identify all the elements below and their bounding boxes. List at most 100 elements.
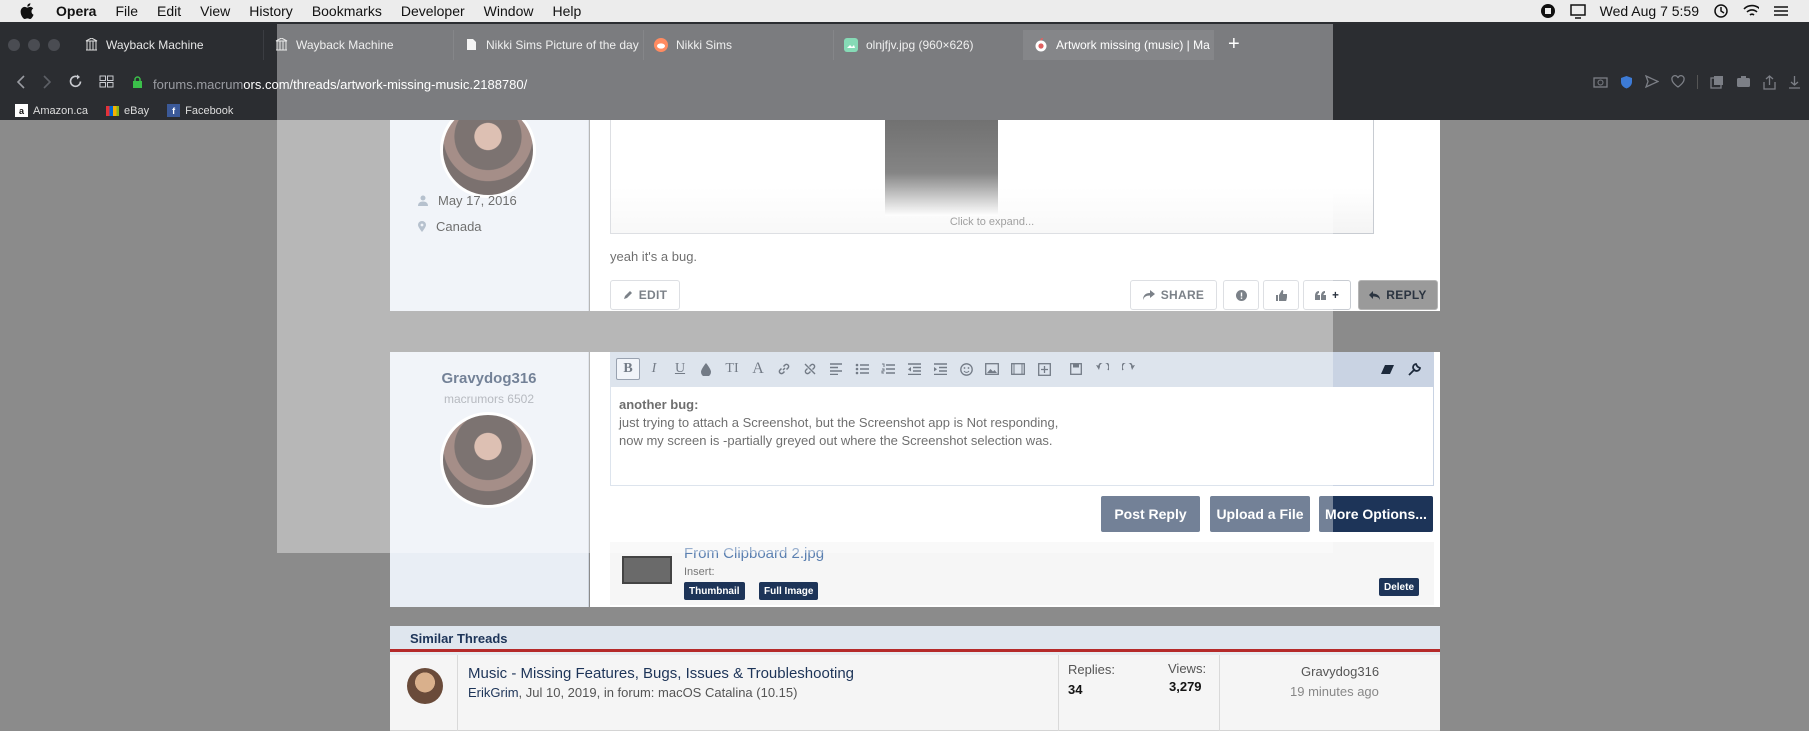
heart-icon[interactable] <box>1671 75 1685 95</box>
close-window-button[interactable] <box>8 38 20 51</box>
extensions-icon[interactable] <box>1710 75 1724 95</box>
bold-button[interactable]: B <box>616 358 640 380</box>
thread-author[interactable]: ErikGrim <box>468 685 519 700</box>
snapshot-icon[interactable] <box>1593 75 1608 95</box>
bookmark-ebay[interactable]: eBay <box>106 104 149 117</box>
insert-icon[interactable] <box>1032 358 1056 380</box>
menu-window[interactable]: Window <box>484 3 534 19</box>
menu-bookmarks[interactable]: Bookmarks <box>312 3 382 19</box>
menu-view[interactable]: View <box>200 3 230 19</box>
reply-editor[interactable]: another bug: just trying to attach a Scr… <box>610 386 1434 486</box>
menu-app-opera[interactable]: Opera <box>56 3 96 19</box>
delete-attachment-button[interactable]: Delete <box>1379 578 1420 596</box>
align-icon[interactable] <box>824 358 848 380</box>
avatar[interactable] <box>440 412 536 508</box>
tab-artwork-missing[interactable]: Artwork missing (music) | Ma <box>1024 29 1214 60</box>
share-page-icon[interactable] <box>1763 75 1776 95</box>
menu-file[interactable]: File <box>115 3 138 19</box>
like-button[interactable] <box>1263 280 1299 310</box>
reply-button[interactable]: REPLY <box>1358 280 1438 310</box>
text-color-icon[interactable] <box>694 358 718 380</box>
report-button[interactable] <box>1223 280 1259 310</box>
remove-formatting-icon[interactable] <box>1376 358 1400 380</box>
archive-icon <box>84 38 98 52</box>
quoted-screenshot-image[interactable] <box>885 120 998 216</box>
upload-file-button[interactable]: Upload a File <box>1210 496 1310 532</box>
avatar[interactable] <box>440 120 536 198</box>
avatar[interactable] <box>407 668 443 704</box>
share-button[interactable]: SHARE <box>1130 280 1217 310</box>
zoom-window-button[interactable] <box>48 38 60 51</box>
adblock-icon[interactable] <box>1620 75 1633 95</box>
page-content: May 17, 2016 Canada Click to expand... y… <box>0 120 1809 731</box>
tab-nikki-reddit[interactable]: Nikki Sims <box>644 29 834 60</box>
archive-icon <box>274 38 288 52</box>
back-icon[interactable] <box>16 74 26 94</box>
reply-username[interactable]: Gravydog316 <box>390 370 588 387</box>
menu-edit[interactable]: Edit <box>157 3 181 19</box>
tab-image-file[interactable]: olnjfjv.jpg (960×626) <box>834 29 1024 60</box>
menu-history[interactable]: History <box>249 3 293 19</box>
tab-wayback-1[interactable]: Wayback Machine <box>74 29 264 60</box>
menubar-clock[interactable]: Wed Aug 7 5:59 <box>1600 3 1699 19</box>
editor-line-3: now my screen is -partially greyed out w… <box>619 433 1053 448</box>
stop-record-icon[interactable] <box>1540 3 1556 19</box>
redo-icon[interactable] <box>1116 358 1140 380</box>
font-family-icon[interactable]: A <box>746 358 770 380</box>
pencil-icon <box>623 291 632 299</box>
download-icon[interactable] <box>1788 75 1801 95</box>
link-icon[interactable] <box>772 358 796 380</box>
attachment-thumbnail[interactable] <box>622 556 672 584</box>
underline-button[interactable]: U <box>668 358 692 380</box>
time-machine-icon[interactable] <box>1713 3 1729 19</box>
last-post-user[interactable]: Gravydog316 <box>1301 664 1379 679</box>
bookmark-amazon[interactable]: a Amazon.ca <box>15 104 88 117</box>
send-icon[interactable] <box>1644 74 1660 95</box>
font-size-icon[interactable]: TI <box>720 358 744 380</box>
thread-meta-text: , Jul 10, 2019, in forum: macOS Catalina… <box>518 685 798 700</box>
edit-button[interactable]: EDIT <box>610 280 680 310</box>
thread-title[interactable]: Music - Missing Features, Bugs, Issues &… <box>468 665 854 682</box>
facebook-icon: f <box>167 104 181 117</box>
numbered-list-icon[interactable] <box>876 358 900 380</box>
menu-help[interactable]: Help <box>552 3 581 19</box>
insert-full-image-button[interactable]: Full Image <box>759 582 819 600</box>
attachment-name[interactable]: From Clipboard 2.jpg <box>684 545 824 562</box>
camera-icon[interactable] <box>1736 75 1751 95</box>
tab-nikki-picture[interactable]: Nikki Sims Picture of the day <box>454 29 644 60</box>
indent-icon[interactable] <box>928 358 952 380</box>
undo-icon[interactable] <box>1090 358 1114 380</box>
more-options-button[interactable]: More Options... <box>1319 496 1433 532</box>
forward-icon[interactable] <box>42 74 52 94</box>
tab-label: Nikki Sims Picture of the day <box>486 37 639 52</box>
post-reply-button[interactable]: Post Reply <box>1101 496 1200 532</box>
tab-wayback-2[interactable]: Wayback Machine <box>264 29 454 60</box>
wifi-icon[interactable] <box>1743 3 1759 19</box>
new-tab-button[interactable]: + <box>1228 33 1240 56</box>
control-icon[interactable] <box>1773 3 1789 19</box>
click-to-expand[interactable]: Click to expand... <box>611 216 1373 228</box>
smilie-icon[interactable] <box>954 358 978 380</box>
outdent-icon[interactable] <box>902 358 926 380</box>
multiquote-button[interactable]: + <box>1303 280 1351 310</box>
bookmark-facebook[interactable]: f Facebook <box>167 104 233 117</box>
reload-icon[interactable] <box>68 74 83 94</box>
insert-thumbnail-button[interactable]: Thumbnail <box>684 582 745 600</box>
italic-button[interactable]: I <box>642 358 666 380</box>
thread-row[interactable]: Music - Missing Features, Bugs, Issues &… <box>390 655 1440 731</box>
unlink-icon[interactable] <box>798 358 822 380</box>
image-insert-icon[interactable] <box>980 358 1004 380</box>
save-draft-icon[interactable] <box>1064 358 1088 380</box>
location-row: Canada <box>418 219 482 234</box>
speed-dial-icon[interactable] <box>99 75 114 93</box>
apple-icon[interactable] <box>20 3 38 19</box>
minimize-window-button[interactable] <box>28 38 40 51</box>
mac-menu-bar: Opera File Edit View History Bookmarks D… <box>0 0 1809 22</box>
wrench-icon[interactable] <box>1402 358 1426 380</box>
media-icon[interactable] <box>1006 358 1030 380</box>
screen-share-icon[interactable] <box>1569 3 1586 19</box>
menu-developer[interactable]: Developer <box>401 3 465 19</box>
editor-line-1: another bug: <box>619 397 699 412</box>
url-field[interactable]: forums.macrumors.com/threads/artwork-mis… <box>132 76 527 92</box>
bullet-list-icon[interactable] <box>850 358 874 380</box>
